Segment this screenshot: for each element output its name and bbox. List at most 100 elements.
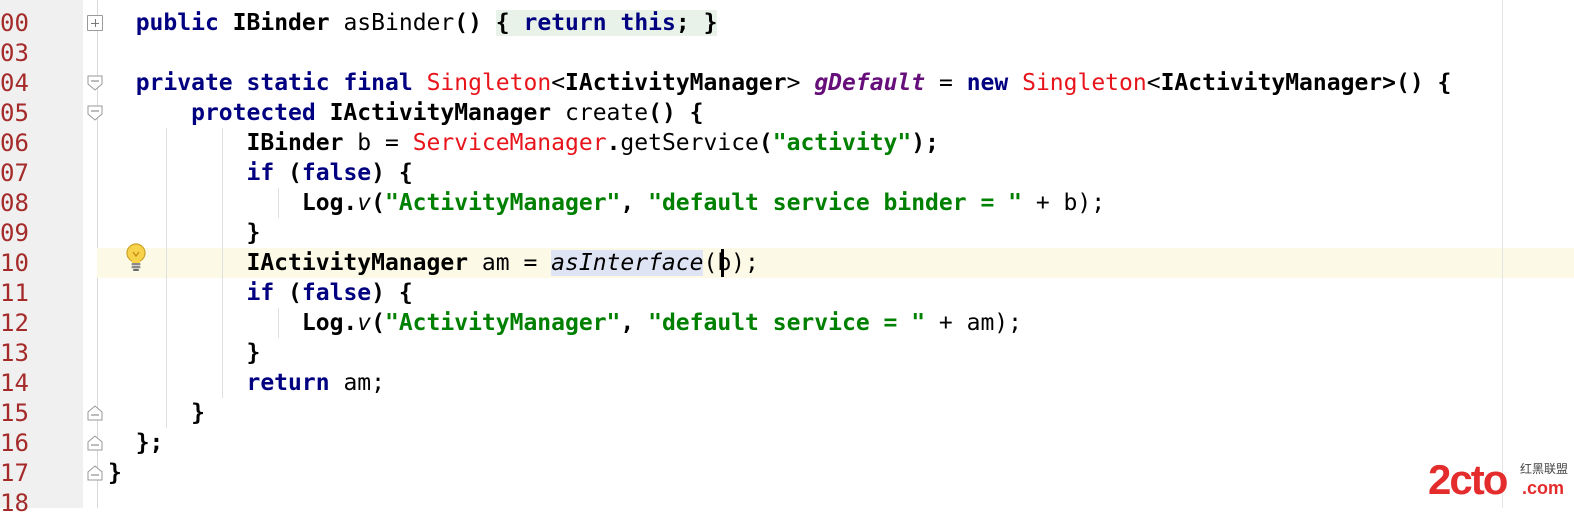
punctuation: ( [371, 310, 385, 336]
type-name: IActivityManager [565, 70, 787, 96]
watermark-sub: 红黑联盟 [1520, 462, 1569, 476]
string-literal: "default service binder = " [648, 190, 1022, 216]
type-name: ServiceManager [412, 130, 607, 156]
fold-end-icon[interactable] [87, 435, 103, 451]
static-field: gDefault [814, 70, 926, 96]
punctuation: , [620, 310, 635, 336]
punctuation: ; [675, 10, 690, 36]
code-line[interactable]: Log.v("ActivityManager", "default servic… [108, 188, 1105, 218]
watermark-logo: 2cto 红黑联盟 .com [1428, 458, 1570, 502]
method-name: v [357, 310, 372, 336]
type-name: IBinder [246, 130, 344, 156]
expression: + b); [1035, 190, 1106, 216]
folded-region[interactable]: { return this; } [495, 10, 718, 36]
method-name: asBinder [343, 10, 455, 36]
code-line[interactable]: IBinder b = ServiceManager.getService("a… [108, 128, 939, 158]
fold-expand-icon[interactable] [87, 15, 103, 31]
string-literal: "ActivityManager" [384, 310, 621, 336]
punctuation: () { [648, 100, 704, 126]
punctuation: > [786, 70, 801, 96]
line-number: 09 [0, 219, 29, 247]
code-line[interactable]: }; [108, 428, 164, 458]
string-literal: "activity" [772, 130, 912, 156]
keyword: return [246, 370, 330, 396]
string-literal: "default service = " [648, 310, 926, 336]
fold-end-icon[interactable] [87, 465, 103, 481]
highlighted-method-call[interactable]: asInterface [551, 250, 704, 276]
code-line[interactable]: private static final Singleton<IActivity… [108, 68, 1452, 98]
brace: } [246, 220, 261, 246]
expression: (b); [703, 250, 759, 276]
line-number: 13 [0, 339, 29, 367]
code-line[interactable]: } [108, 458, 122, 488]
keyword: if [246, 280, 275, 306]
brace: } [246, 340, 261, 366]
code-line[interactable]: return am; [108, 368, 385, 398]
line-number: 12 [0, 309, 29, 337]
line-number: 15 [0, 399, 29, 427]
keyword: false [301, 280, 372, 306]
type-name: Singleton [426, 70, 552, 96]
code-line[interactable]: if (false) { [108, 158, 413, 188]
code-line[interactable]: if (false) { [108, 278, 412, 308]
punctuation: < [551, 70, 566, 96]
line-number: 04 [0, 69, 29, 97]
punctuation: , [620, 190, 635, 216]
lightbulb-icon[interactable] [122, 242, 150, 272]
keyword: if [246, 160, 275, 186]
punctuation: ( [288, 280, 302, 306]
fold-collapse-icon[interactable] [87, 75, 103, 91]
line-number: 07 [0, 159, 29, 187]
fold-end-icon[interactable] [87, 405, 103, 421]
fold-collapse-icon[interactable] [87, 105, 103, 121]
line-number: 18 [0, 489, 29, 517]
keyword: final [343, 70, 413, 96]
keyword: public [135, 10, 219, 36]
code-line[interactable]: Log.v("ActivityManager", "default servic… [108, 308, 1022, 338]
code-line-current[interactable]: IActivityManager am = asInterface(b); [108, 248, 759, 278]
string-literal: "ActivityManager" [384, 190, 621, 216]
keyword: static [246, 70, 330, 96]
line-number: 00 [0, 9, 29, 37]
watermark-main: 2cto [1428, 456, 1508, 503]
line-number: 16 [0, 429, 29, 457]
code-line[interactable]: public IBinder asBinder() { return this;… [108, 8, 718, 38]
brace: { [495, 10, 510, 36]
punctuation: . [606, 130, 621, 156]
brace: } [703, 10, 718, 36]
watermark-domain: .com [1522, 478, 1565, 498]
method-name: v [357, 190, 372, 216]
method-name: create [565, 100, 649, 126]
type-name: IActivityManager [246, 250, 469, 276]
keyword: false [301, 160, 372, 186]
type-name: Log. [301, 190, 358, 216]
punctuation: ) { [371, 160, 413, 186]
brace: }; [135, 430, 164, 456]
type-name: IActivityManager [329, 100, 552, 126]
type-name: IActivityManager [1160, 70, 1383, 96]
code-line[interactable]: } [108, 338, 260, 368]
punctuation: ( [371, 190, 385, 216]
type-name: IBinder [232, 10, 330, 36]
punctuation: ); [911, 130, 939, 156]
line-number: 11 [0, 279, 29, 307]
code-line[interactable]: } [108, 398, 205, 428]
variable: b = [357, 130, 399, 156]
punctuation: >() { [1382, 70, 1452, 96]
punctuation: ( [288, 160, 302, 186]
code-line[interactable]: protected IActivityManager create() { [108, 98, 703, 128]
right-margin-guide [1502, 0, 1503, 508]
line-number: 05 [0, 99, 29, 127]
expression: + am); [938, 310, 1023, 336]
line-number: 06 [0, 129, 29, 157]
line-number: 14 [0, 369, 29, 397]
